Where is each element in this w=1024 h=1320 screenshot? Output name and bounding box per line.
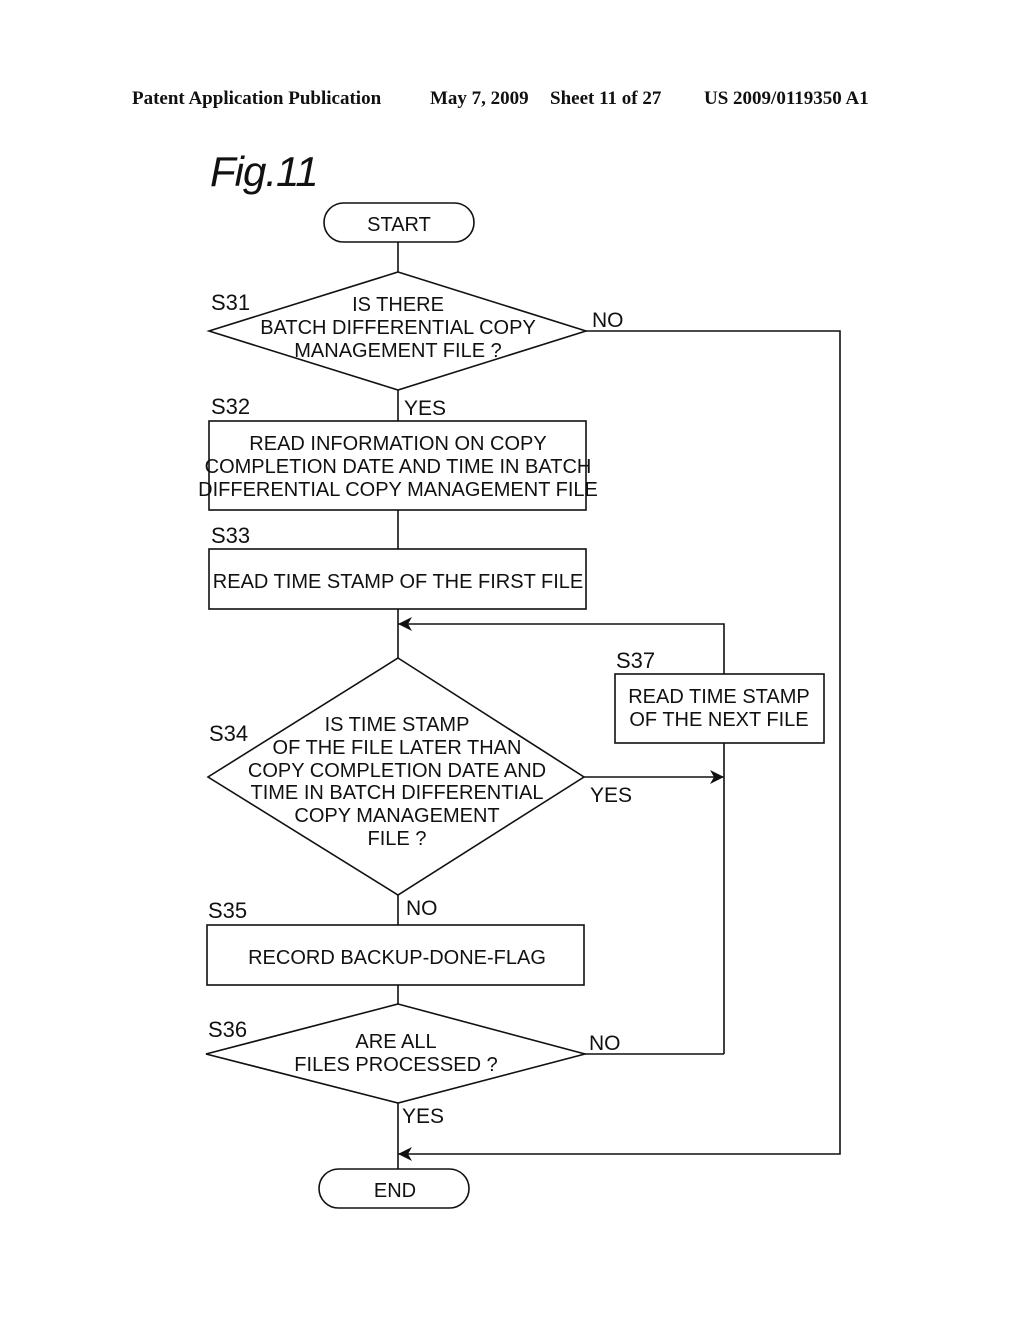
- s35-text-line-1: RECORD BACKUP-DONE-FLAG: [248, 947, 546, 969]
- s33-step-label: S33: [211, 523, 250, 548]
- s31-text-line-3: MANAGEMENT FILE ?: [294, 340, 501, 362]
- s34-text-line-4: TIME IN BATCH DIFFERENTIAL: [251, 782, 544, 804]
- s31-step-label: S31: [211, 290, 250, 315]
- s34-text-line-5: COPY MANAGEMENT: [294, 805, 499, 827]
- s34-text-line-2: OF THE FILE LATER THAN: [273, 737, 522, 759]
- s34-step-label: S34: [209, 721, 248, 746]
- s36-step-label: S36: [208, 1017, 247, 1042]
- node-start: START: [323, 202, 475, 243]
- s36-text-line-1: ARE ALL: [355, 1031, 436, 1053]
- flowchart: START S31 IS THERE BATCH DIFFERENTIAL CO…: [198, 202, 841, 1209]
- s37-text-line-2: OF THE NEXT FILE: [629, 709, 808, 731]
- s35-step-label: S35: [208, 898, 247, 923]
- s32-text-line-1: READ INFORMATION ON COPY: [249, 433, 546, 455]
- node-s31: S31 IS THERE BATCH DIFFERENTIAL COPY MAN…: [206, 271, 624, 420]
- s34-yes-label: YES: [590, 784, 632, 807]
- s37-text-line-1: READ TIME STAMP: [628, 686, 810, 708]
- s32-text-line-3: DIFFERENTIAL COPY MANAGEMENT FILE: [198, 479, 598, 501]
- s34-text-line-3: COPY COMPLETION DATE AND: [248, 760, 546, 782]
- end-label: END: [374, 1180, 416, 1202]
- s34-text-line-1: IS TIME STAMP: [325, 714, 470, 736]
- s31-yes-label: YES: [404, 397, 446, 420]
- s31-text-line-1: IS THERE: [352, 294, 444, 316]
- edge-s37-loop: [398, 623, 725, 674]
- node-s37: S37 READ TIME STAMP OF THE NEXT FILE: [614, 648, 825, 744]
- s37-step-label: S37: [616, 648, 655, 673]
- s31-text-line-2: BATCH DIFFERENTIAL COPY: [260, 317, 536, 339]
- node-s34: S34 IS TIME STAMP OF THE FILE LATER THAN…: [206, 657, 632, 920]
- s31-no-label: NO: [592, 309, 624, 332]
- s32-text-line-2: COMPLETION DATE AND TIME IN BATCH: [205, 456, 592, 478]
- s36-text-line-2: FILES PROCESSED ?: [294, 1054, 497, 1076]
- s32-step-label: S32: [211, 394, 250, 419]
- node-s35: S35 RECORD BACKUP-DONE-FLAG: [206, 898, 585, 986]
- s34-no-label: NO: [406, 897, 438, 920]
- s36-no-label: NO: [589, 1032, 621, 1055]
- s33-text-line-1: READ TIME STAMP OF THE FIRST FILE: [213, 571, 583, 593]
- s34-text-line-6: FILE ?: [368, 828, 427, 850]
- node-s36: S36 ARE ALL FILES PROCESSED ? NO YES: [205, 1003, 621, 1128]
- node-end: END: [318, 1168, 470, 1209]
- start-label: START: [367, 214, 431, 236]
- s36-yes-label: YES: [402, 1105, 444, 1128]
